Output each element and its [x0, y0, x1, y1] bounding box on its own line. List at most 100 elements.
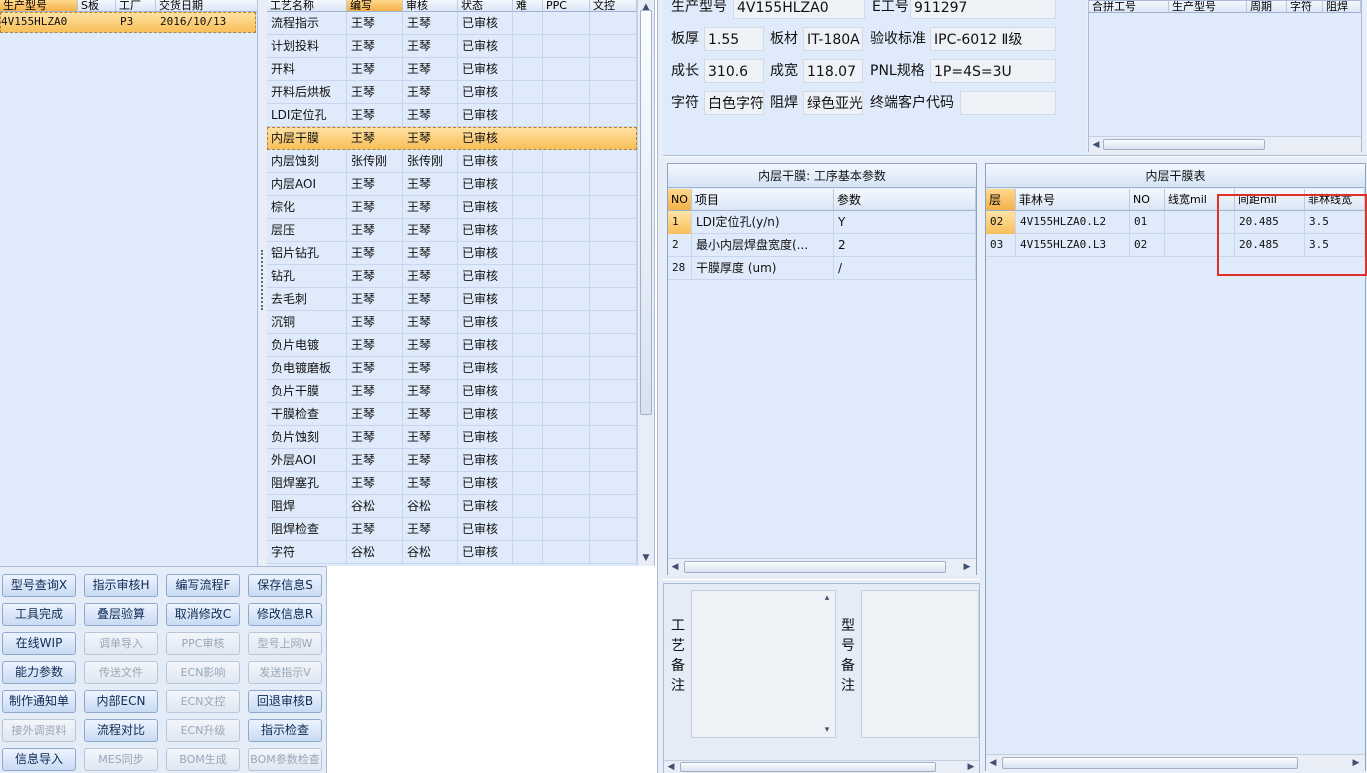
merge-table-hscrollbar[interactable]: ◀ — [1089, 136, 1361, 152]
process-row[interactable]: 阻焊检查 王琴 王琴 已审核 — [267, 518, 637, 541]
action-button[interactable]: BOM参数检查 — [248, 748, 322, 771]
model-row[interactable]: 4V155HLZA0 P3 2016/10/13 — [0, 12, 256, 33]
process-row[interactable]: 流程指示 王琴 王琴 已审核 — [267, 12, 637, 35]
scroll-right-icon[interactable]: ▶ — [964, 760, 978, 773]
col-header-process[interactable]: 工艺名称 — [267, 0, 347, 12]
action-button[interactable]: 保存信息S — [248, 574, 322, 597]
action-button[interactable]: BOM生成 — [166, 748, 240, 771]
field-character[interactable]: 白色字符 — [704, 91, 764, 115]
col-header-factory[interactable]: 工厂 — [116, 0, 156, 12]
process-row[interactable]: 钻孔 王琴 王琴 已审核 — [267, 265, 637, 288]
action-button[interactable]: 型号查询X — [2, 574, 76, 597]
col-header-difficulty[interactable]: 难 — [513, 0, 543, 12]
col-header-model[interactable]: 生产型号 — [0, 0, 78, 12]
action-button[interactable]: 指示检查 — [248, 719, 322, 742]
col-header-doc-control[interactable]: 文控 — [590, 0, 637, 12]
action-button[interactable]: MES同步 — [84, 748, 158, 771]
action-button[interactable]: 发送指示V — [248, 661, 322, 684]
remarks-hscrollbar[interactable]: ◀ ▶ — [664, 760, 979, 773]
process-row[interactable]: 沉铜 王琴 王琴 已审核 — [267, 311, 637, 334]
process-row[interactable]: 棕化 王琴 王琴 已审核 — [267, 196, 637, 219]
process-row[interactable]: 负片蚀刻 王琴 王琴 已审核 — [267, 426, 637, 449]
action-button[interactable]: 调单导入 — [84, 632, 158, 655]
params-row[interactable]: 1 LDI定位孔(y/n) Y — [668, 211, 976, 234]
col-header-delivery[interactable]: 交货日期 — [156, 0, 258, 12]
action-button[interactable]: 叠层验算 — [84, 603, 158, 626]
scroll-left-icon[interactable]: ◀ — [664, 760, 678, 773]
process-row[interactable]: 内层蚀刻 张传刚 张传刚 已审核 — [267, 150, 637, 173]
action-button[interactable]: 内部ECN — [84, 690, 158, 713]
action-button[interactable]: 型号上网W — [248, 632, 322, 655]
field-standard[interactable]: IPC-6012 Ⅱ级 — [930, 27, 1056, 51]
field-solder-mask[interactable]: 绿色亚光 — [803, 91, 863, 115]
col-header-merge-model[interactable]: 生产型号 — [1169, 1, 1247, 13]
process-row[interactable]: 干膜检查 王琴 王琴 已审核 — [267, 403, 637, 426]
film-table-hscrollbar[interactable]: ◀ ▶ — [986, 754, 1365, 771]
params-row[interactable]: 2 最小内层焊盘宽度(... 2 — [668, 234, 976, 257]
col-header-params-item[interactable]: 项目 — [692, 189, 834, 211]
col-header-reviewer[interactable]: 审核 — [403, 0, 458, 12]
process-row[interactable]: 内层AOI 王琴 王琴 已审核 — [267, 173, 637, 196]
col-header-s-board[interactable]: S板 — [78, 0, 116, 12]
scroll-left-icon[interactable]: ◀ — [1089, 138, 1103, 152]
process-row[interactable]: 开料 王琴 王琴 已审核 — [267, 58, 637, 81]
action-button[interactable]: 指示审核H — [84, 574, 158, 597]
field-pnl[interactable]: 1P=4S=3U — [930, 59, 1056, 83]
params-row[interactable]: 28 干膜厚度 (um) / — [668, 257, 976, 280]
action-button[interactable]: 回退审核B — [248, 690, 322, 713]
scroll-left-icon[interactable]: ◀ — [986, 756, 1000, 770]
process-row[interactable]: 去毛刺 王琴 王琴 已审核 — [267, 288, 637, 311]
field-material[interactable]: IT-180A — [803, 27, 863, 51]
scroll-up-icon[interactable]: ▴ — [820, 591, 834, 605]
col-header-merge-job[interactable]: 合拼工号 — [1089, 1, 1169, 13]
col-header-film-seq[interactable]: NO — [1130, 189, 1165, 211]
action-button[interactable]: 工具完成 — [2, 603, 76, 626]
action-button[interactable]: 信息导入 — [2, 748, 76, 771]
field-e-number[interactable]: 911297 — [910, 0, 1056, 19]
scroll-thumb[interactable] — [680, 762, 936, 772]
scroll-down-icon[interactable]: ▾ — [820, 723, 834, 737]
scroll-left-icon[interactable]: ◀ — [668, 560, 682, 574]
field-customer-code[interactable] — [960, 91, 1056, 115]
action-button[interactable]: ECN升级 — [166, 719, 240, 742]
field-length[interactable]: 310.6 — [704, 59, 764, 83]
process-row[interactable]: 负电镀磨板 王琴 王琴 已审核 — [267, 357, 637, 380]
action-button[interactable]: 传送文件 — [84, 661, 158, 684]
action-button[interactable]: 在线WIP — [2, 632, 76, 655]
col-header-params-value[interactable]: 参数 — [834, 189, 976, 211]
col-header-film-no[interactable]: 菲林号 — [1016, 189, 1130, 211]
process-list-vscrollbar[interactable]: ▲ ▼ — [637, 0, 654, 566]
model-remark-textarea[interactable] — [861, 590, 979, 738]
process-row[interactable]: 阻焊塞孔 王琴 王琴 已审核 — [267, 472, 637, 495]
col-header-merge-char[interactable]: 字符 — [1287, 1, 1323, 13]
action-button[interactable]: 制作通知单 — [2, 690, 76, 713]
col-header-merge-cycle[interactable]: 周期 — [1247, 1, 1287, 13]
col-header-writer[interactable]: 编写 — [347, 0, 403, 12]
process-row[interactable]: 内层干膜 王琴 王琴 已审核 — [267, 127, 637, 150]
process-row[interactable]: 开料后烘板 王琴 王琴 已审核 — [267, 81, 637, 104]
action-button[interactable]: 接外调资料 — [2, 719, 76, 742]
col-header-params-no[interactable]: NO — [668, 189, 692, 211]
process-row[interactable]: 负片电镀 王琴 王琴 已审核 — [267, 334, 637, 357]
action-button[interactable]: ECN影响 — [166, 661, 240, 684]
process-remark-textarea[interactable]: ▴ ▾ — [691, 590, 836, 738]
vertical-splitter[interactable] — [258, 0, 267, 566]
action-button[interactable]: 编写流程F — [166, 574, 240, 597]
process-row[interactable]: 负片干膜 王琴 王琴 已审核 — [267, 380, 637, 403]
process-row[interactable]: 计划投料 王琴 王琴 已审核 — [267, 35, 637, 58]
scroll-thumb[interactable] — [684, 561, 946, 573]
process-row[interactable]: 层压 王琴 王琴 已审核 — [267, 219, 637, 242]
process-row[interactable]: 阻焊 谷松 谷松 已审核 — [267, 495, 637, 518]
process-row[interactable]: 外层AOI 王琴 王琴 已审核 — [267, 449, 637, 472]
action-button[interactable]: 能力参数 — [2, 661, 76, 684]
process-row[interactable]: 铝片钻孔 王琴 王琴 已审核 — [267, 242, 637, 265]
col-header-ppc[interactable]: PPC — [543, 0, 590, 12]
action-button[interactable]: PPC审核 — [166, 632, 240, 655]
action-button[interactable]: ECN文控 — [166, 690, 240, 713]
scroll-thumb[interactable] — [1103, 139, 1265, 150]
params-table-hscrollbar[interactable]: ◀ ▶ — [668, 558, 976, 575]
process-row[interactable]: 字符 谷松 谷松 已审核 — [267, 541, 637, 564]
scroll-thumb[interactable] — [1002, 757, 1298, 769]
col-header-status[interactable]: 状态 — [458, 0, 513, 12]
field-width[interactable]: 118.07 — [803, 59, 863, 83]
